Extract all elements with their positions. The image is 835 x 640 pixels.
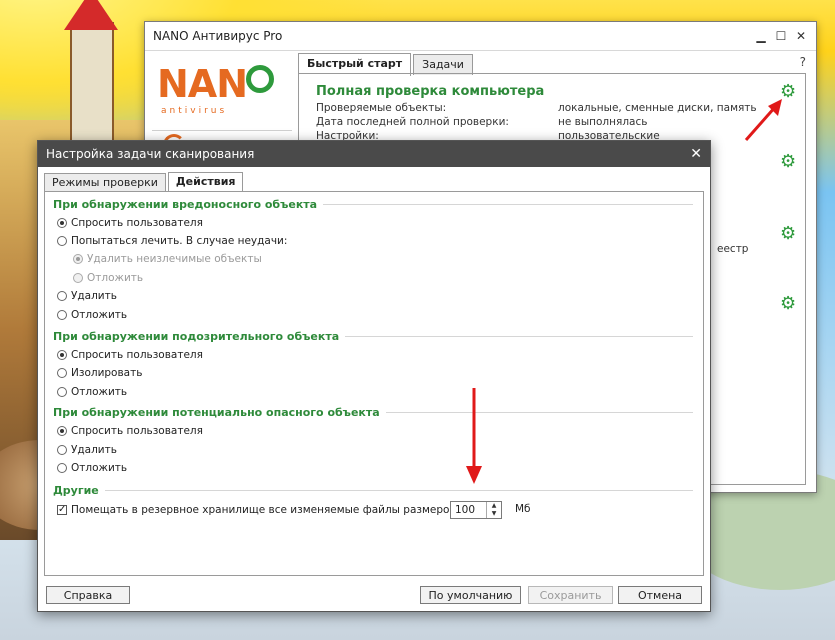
radio-button[interactable] — [57, 291, 67, 301]
radio-button[interactable] — [57, 445, 67, 455]
minimize-icon[interactable]: ▁ — [752, 22, 770, 50]
gear-icon[interactable]: ⚙ — [780, 153, 796, 171]
radio-label: Спросить пользователя — [71, 425, 203, 437]
radio-malicious-delete-incurable: Удалить неизлечимые объекты — [73, 253, 262, 265]
radio-suspicious-ask[interactable]: Спросить пользователя — [57, 349, 203, 361]
actions-panel: При обнаружении вредоносного объекта Спр… — [44, 191, 704, 576]
dialog-close-icon[interactable]: ✕ — [690, 141, 702, 167]
radio-malicious-delete[interactable]: Удалить — [57, 290, 117, 302]
task-title[interactable]: Полная проверка компьютера — [316, 84, 544, 99]
help-button[interactable]: Справка — [46, 586, 130, 604]
radio-label: Отложить — [71, 309, 128, 321]
maximize-icon[interactable]: ☐ — [772, 22, 790, 50]
radio-button[interactable] — [57, 310, 67, 320]
radio-button[interactable] — [57, 387, 67, 397]
section-other: Другие — [53, 484, 693, 497]
tab-scan-modes[interactable]: Режимы проверки — [44, 173, 166, 192]
left-panel-divider — [152, 130, 292, 131]
section-title: При обнаружении подозрительного объекта — [53, 330, 340, 343]
radio-button[interactable] — [57, 426, 67, 436]
dialog-title: Настройка задачи сканирования — [46, 147, 255, 161]
radio-label: Удалить — [71, 444, 117, 456]
nano-logo-subtitle: antivirus — [161, 106, 228, 116]
annotation-arrow-icon — [466, 388, 482, 484]
radio-label: Удалить — [71, 290, 117, 302]
wallpaper-tower-roof — [64, 0, 118, 30]
section-suspicious: При обнаружении подозрительного объекта — [53, 330, 693, 343]
main-window-title: NANO Антивирус Pro — [153, 29, 283, 43]
radio-label: Изолировать — [71, 367, 143, 379]
nano-logo: NAN — [157, 62, 248, 106]
backup-size-value[interactable]: 100 — [451, 502, 486, 518]
section-title: Другие — [53, 484, 99, 497]
help-icon[interactable]: ? — [800, 55, 806, 69]
radio-label: Спросить пользователя — [71, 217, 203, 229]
section-title: При обнаружении потенциально опасного об… — [53, 406, 380, 419]
radio-label: Отложить — [71, 386, 128, 398]
save-button: Сохранить — [528, 586, 613, 604]
radio-malicious-postpone-incurable: Отложить — [73, 272, 143, 284]
radio-button[interactable] — [57, 368, 67, 378]
task-row-value: локальные, сменные диски, память — [558, 102, 757, 114]
task-row-value: не выполнялась — [558, 116, 648, 128]
spinner-down-icon[interactable]: ▼ — [487, 510, 501, 518]
defaults-button[interactable]: По умолчанию — [420, 586, 521, 604]
tab-tasks[interactable]: Задачи — [413, 54, 473, 75]
radio-suspicious-isolate[interactable]: Изолировать — [57, 367, 142, 379]
backup-size-unit: Мб — [515, 503, 531, 515]
backup-label: Помещать в резервное хранилище все измен… — [71, 504, 495, 516]
checkbox-check-icon[interactable]: ✓ — [57, 505, 67, 515]
gear-icon[interactable]: ⚙ — [780, 295, 796, 313]
radio-potential-postpone[interactable]: Отложить — [57, 462, 127, 474]
radio-button[interactable] — [57, 463, 67, 473]
radio-button[interactable] — [57, 350, 67, 360]
radio-label: Отложить — [87, 272, 144, 284]
radio-button[interactable] — [57, 236, 67, 246]
section-title: При обнаружении вредоносного объекта — [53, 198, 318, 211]
radio-button — [73, 273, 83, 283]
spinner-up-icon[interactable]: ▲ — [487, 502, 501, 510]
radio-potential-ask[interactable]: Спросить пользователя — [57, 425, 203, 437]
nano-logo-o-icon — [246, 65, 274, 93]
radio-label: Спросить пользователя — [71, 349, 203, 361]
annotation-arrow-icon — [744, 99, 782, 141]
radio-malicious-ask[interactable]: Спросить пользователя — [57, 217, 203, 229]
tab-actions[interactable]: Действия — [167, 172, 244, 193]
radio-label: Удалить неизлечимые объекты — [87, 253, 262, 265]
task-row-label: Проверяемые объекты: — [316, 102, 447, 114]
radio-potential-delete[interactable]: Удалить — [57, 444, 117, 456]
task-row-label: Дата последней полной проверки: — [316, 116, 509, 128]
section-potential: При обнаружении потенциально опасного об… — [53, 406, 693, 419]
radio-malicious-cure[interactable]: Попытаться лечить. В случае неудачи: — [57, 235, 287, 247]
radio-label: Попытаться лечить. В случае неудачи: — [71, 235, 288, 247]
scan-settings-dialog: Настройка задачи сканирования ✕ Режимы п… — [37, 140, 711, 612]
gear-icon[interactable]: ⚙ — [780, 225, 796, 243]
radio-button — [73, 254, 83, 264]
cancel-button[interactable]: Отмена — [618, 586, 702, 604]
backup-size-spinner[interactable]: 100 ▲ ▼ — [450, 501, 502, 519]
radio-suspicious-postpone[interactable]: Отложить — [57, 386, 127, 398]
section-malicious: При обнаружении вредоносного объекта — [53, 198, 693, 211]
backup-checkbox[interactable]: ✓ Помещать в резервное хранилище все изм… — [57, 504, 495, 516]
task-row-last-scan: Дата последней полной проверки: не выпол… — [316, 116, 647, 128]
task-row-objects: Проверяемые объекты: локальные, сменные … — [316, 102, 757, 114]
task-row-value-partial: еестр — [717, 243, 749, 255]
dialog-titlebar: Настройка задачи сканирования ✕ — [38, 141, 710, 167]
radio-malicious-postpone[interactable]: Отложить — [57, 309, 127, 321]
radio-label: Отложить — [71, 462, 128, 474]
main-window-titlebar: NANO Антивирус Pro ▁ ☐ ✕ — [145, 22, 816, 51]
radio-button[interactable] — [57, 218, 67, 228]
close-icon[interactable]: ✕ — [792, 22, 810, 50]
